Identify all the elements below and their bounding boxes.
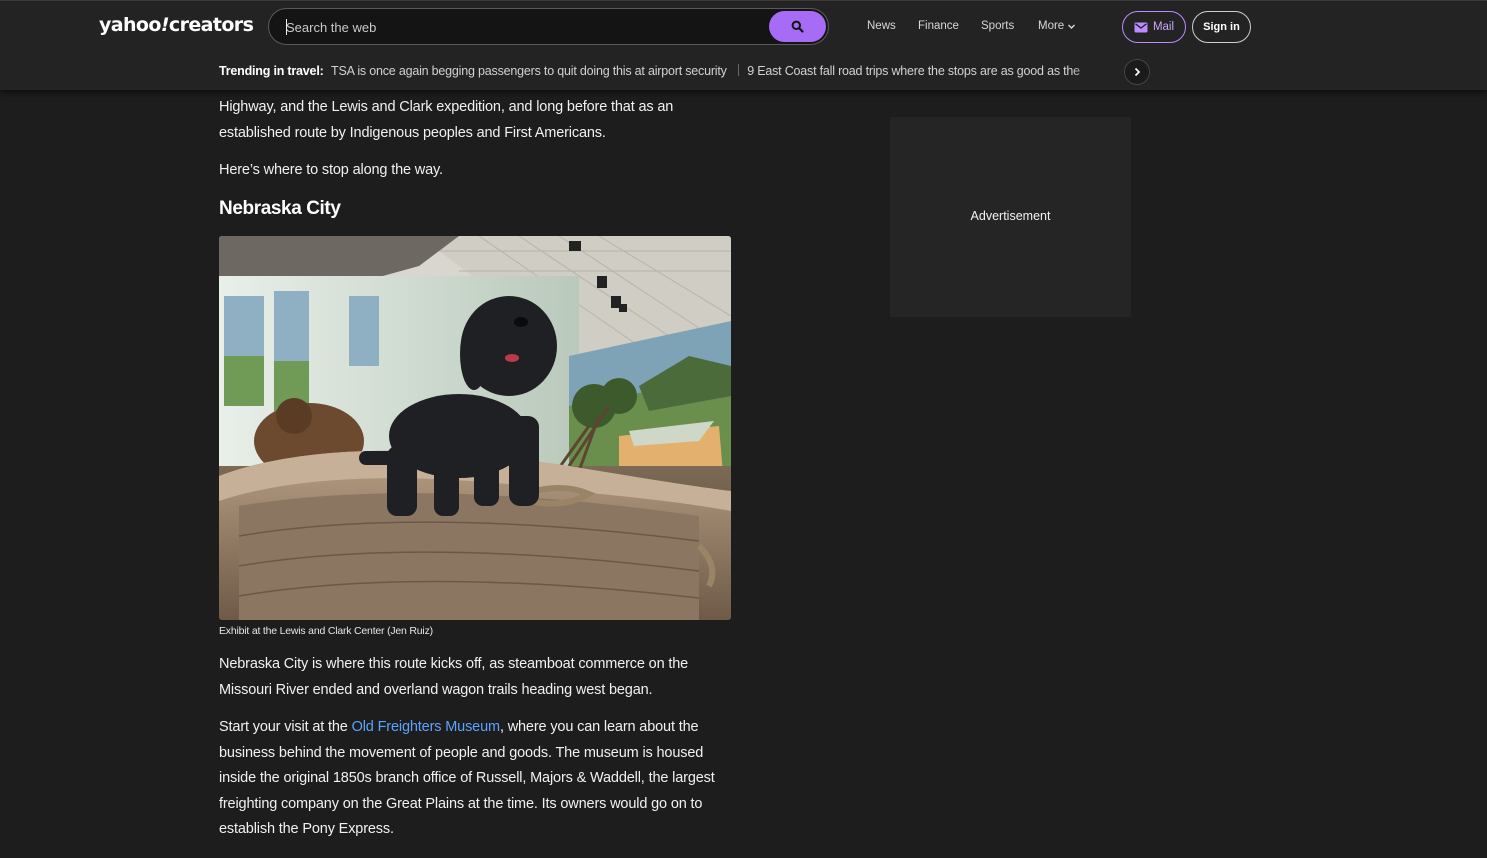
mail-button[interactable]: Mail bbox=[1122, 11, 1186, 43]
advertisement-slot[interactable]: Advertisement bbox=[890, 117, 1131, 317]
para2-rest: , where you can learn about the business… bbox=[219, 719, 715, 837]
article-photo[interactable] bbox=[219, 236, 731, 620]
nav-sports[interactable]: Sports bbox=[981, 20, 1014, 32]
trending-divider bbox=[738, 64, 740, 76]
article-body-continued: Nebraska City is where this route kicks … bbox=[219, 652, 731, 843]
header-top-rule bbox=[0, 0, 1487, 1]
trending-label: Trending in travel: bbox=[219, 64, 324, 78]
nav-more-label: More bbox=[1038, 20, 1065, 32]
paragraph-old-freighters: Start your visit at the Old Freighters M… bbox=[219, 715, 731, 843]
para2-prefix: Start your visit at the bbox=[219, 719, 352, 735]
chevron-right-icon bbox=[1134, 67, 1141, 77]
nav-finance[interactable]: Finance bbox=[918, 20, 959, 32]
nav-more[interactable]: More bbox=[1038, 20, 1076, 32]
article-body: Highway, and the Lewis and Clark expedit… bbox=[219, 91, 731, 184]
trending-link-2[interactable]: 9 East Coast fall road trips where the s… bbox=[747, 64, 1080, 78]
search-bar bbox=[268, 8, 829, 45]
trending-fade bbox=[1071, 64, 1101, 82]
logo-text-yahoo: yahoo bbox=[99, 14, 161, 36]
logo-text-creators: creators bbox=[168, 14, 254, 36]
search-button[interactable] bbox=[769, 11, 826, 42]
mail-label: Mail bbox=[1152, 21, 1175, 33]
image-caption: Exhibit at the Lewis and Clark Center (J… bbox=[219, 625, 433, 637]
paragraph-nebraska-city: Nebraska City is where this route kicks … bbox=[219, 656, 689, 698]
trending-bar: Trending in travel: TSA is once again be… bbox=[219, 64, 1101, 82]
mail-icon bbox=[1134, 22, 1148, 32]
yahoo-creators-logo[interactable]: yahoo!creators bbox=[99, 14, 254, 36]
intro-paragraph: Highway, and the Lewis and Clark expedit… bbox=[219, 95, 731, 146]
site-header: yahoo!creators News Finance Sports More … bbox=[0, 0, 1487, 91]
sign-in-button[interactable]: Sign in bbox=[1192, 11, 1251, 43]
logo-text-slash: ! bbox=[160, 14, 170, 36]
nav-news[interactable]: News bbox=[867, 20, 896, 32]
exhibit-photo-illustration bbox=[219, 236, 731, 620]
text-cursor bbox=[286, 19, 287, 35]
advertisement-label: Advertisement bbox=[970, 209, 1051, 223]
chevron-down-icon bbox=[1068, 24, 1076, 29]
trending-link-1[interactable]: TSA is once again begging passengers to … bbox=[331, 64, 727, 78]
section-heading: Nebraska City bbox=[219, 198, 341, 219]
search-icon bbox=[791, 20, 804, 33]
lead-out-paragraph: Here’s where to stop along the way. bbox=[219, 162, 443, 178]
search-input[interactable] bbox=[286, 18, 766, 36]
intro-line-2: established route by Indigenous peoples … bbox=[219, 124, 606, 141]
old-freighters-museum-link[interactable]: Old Freighters Museum bbox=[352, 719, 500, 735]
intro-line-1: Highway, and the Lewis and Clark expedit… bbox=[219, 99, 674, 115]
trending-next-button[interactable] bbox=[1124, 59, 1150, 85]
